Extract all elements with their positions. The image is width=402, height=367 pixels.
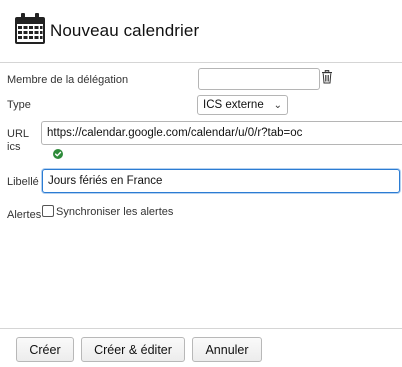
type-select[interactable]: ICS externe ⌄: [197, 95, 288, 115]
libelle-label: Libellé: [7, 176, 39, 188]
dialog-header: Nouveau calendrier: [0, 0, 402, 62]
url-label-line2: ics: [7, 141, 21, 153]
sync-alerts-label[interactable]: Synchroniser les alertes: [56, 205, 173, 219]
url-label-line1: URL: [7, 128, 30, 140]
calendar-icon: [15, 13, 45, 44]
libelle-input[interactable]: Jours fériés en France: [42, 169, 400, 193]
alertes-label: Alertes: [7, 209, 42, 221]
create-edit-button[interactable]: Créer & éditer: [81, 337, 185, 362]
delegation-input[interactable]: [198, 68, 320, 90]
header-divider: [0, 62, 402, 63]
type-select-value: ICS externe: [203, 99, 264, 111]
delegation-label: Membre de la délégation: [7, 74, 129, 86]
create-button[interactable]: Créer: [16, 337, 74, 362]
cancel-button[interactable]: Annuler: [192, 337, 262, 362]
trash-icon[interactable]: [321, 70, 333, 84]
check-circle-icon: [53, 149, 63, 159]
type-label: Type: [7, 99, 31, 111]
footer-divider: [0, 328, 402, 329]
url-input[interactable]: https://calendar.google.com/calendar/u/0…: [41, 121, 402, 145]
chevron-down-icon: ⌄: [273, 99, 282, 111]
dialog-title: Nouveau calendrier: [50, 21, 200, 40]
sync-alerts-checkbox[interactable]: [42, 205, 54, 217]
